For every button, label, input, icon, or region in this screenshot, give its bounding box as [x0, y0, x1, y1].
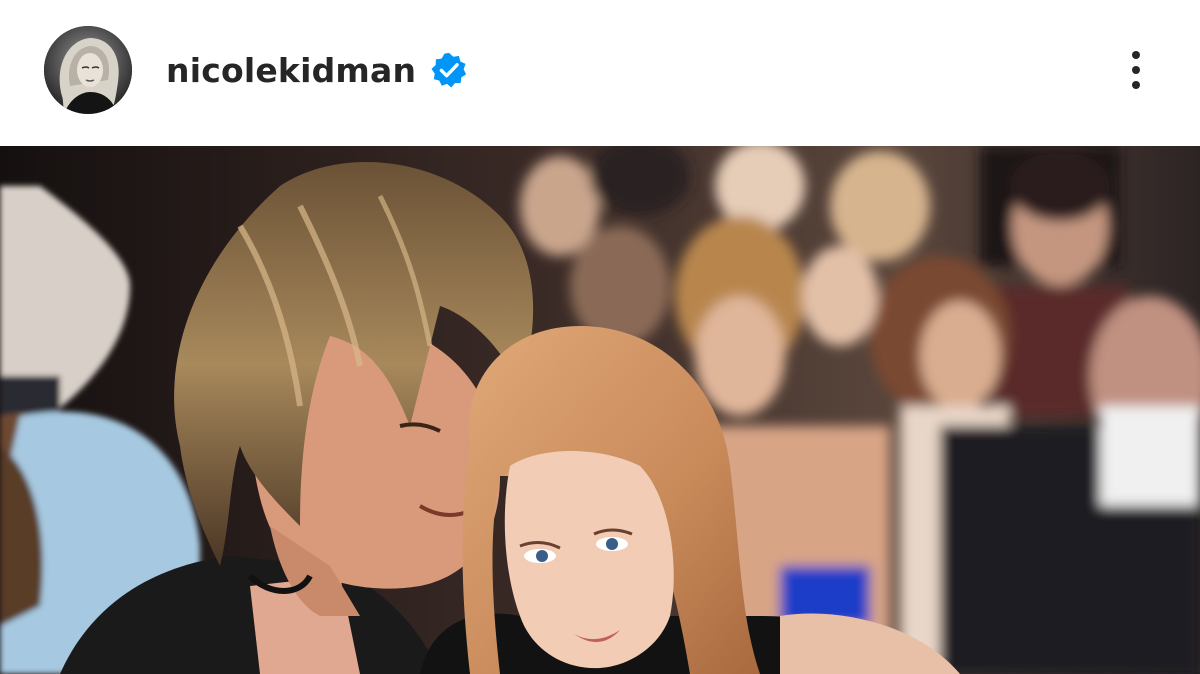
more-options-button[interactable] — [1112, 40, 1160, 100]
username-link[interactable]: nicolekidman — [166, 51, 416, 90]
photo-couple-at-event-icon — [0, 146, 1200, 674]
post-photo[interactable] — [0, 146, 1200, 674]
more-options-vertical-icon — [1132, 51, 1140, 59]
avatar-photo-icon — [44, 26, 132, 114]
profile-avatar[interactable] — [44, 26, 132, 114]
instagram-post: nicolekidman — [0, 0, 1200, 674]
verified-badge-icon — [430, 51, 468, 89]
post-header: nicolekidman — [0, 0, 1200, 140]
username-row: nicolekidman — [166, 46, 468, 94]
